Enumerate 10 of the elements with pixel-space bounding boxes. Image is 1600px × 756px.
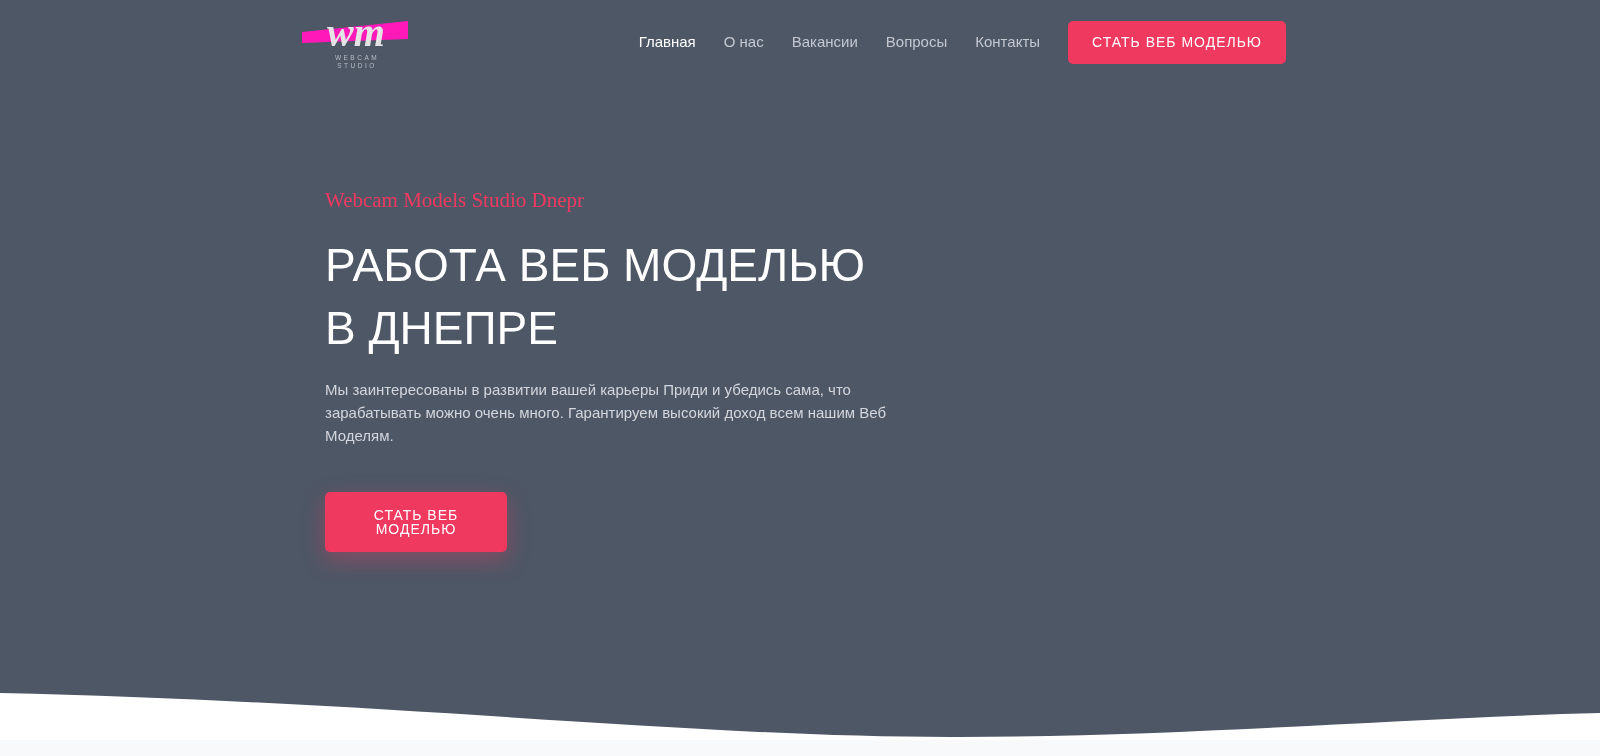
nav-link[interactable]: О нас	[723, 30, 764, 54]
become-model-button[interactable]: СТАТЬ ВЕБ МОДЕЛЬЮ	[1068, 20, 1286, 64]
nav-link[interactable]: Вакансии	[791, 30, 858, 54]
hero-tagline: Webcam Models Studio Dnepr	[325, 187, 585, 214]
hero-heading: РАБОТА ВЕБ МОДЕЛЬЮ В ДНЕПРЕ	[325, 237, 866, 356]
hero-description: Мы заинтересованы в развитии вашей карьеры Приди и убедись сама, что зарабатывать можно очень много. Гарантируем высокий доход всем нашим Веб Моделям.	[325, 379, 887, 446]
nav-link[interactable]: Контакты	[975, 30, 1041, 54]
nav-link[interactable]: Главная	[638, 30, 696, 54]
become-model-button[interactable]: СТАТЬ ВЕБ МОДЕЛЬЮ	[325, 491, 507, 552]
nav-link[interactable]: Вопросы	[885, 30, 948, 54]
